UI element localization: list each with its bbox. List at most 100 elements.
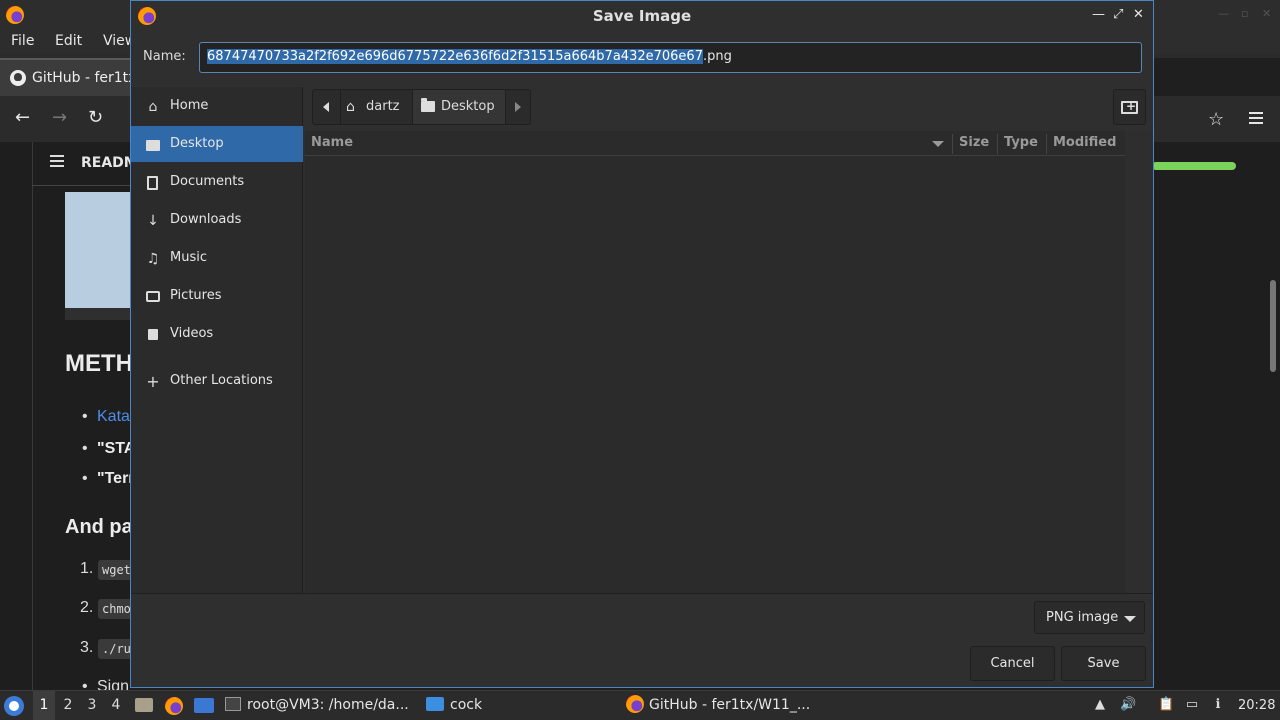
divider [952,134,953,154]
document-icon [145,175,161,191]
column-type[interactable]: Type [1004,135,1038,150]
firefox-icon [626,695,644,713]
filename-input[interactable]: 68747470733a2f2f692e696d6775722e636f6d2f… [199,42,1142,73]
video-icon [145,327,161,343]
page-subheading: And pa [65,516,133,538]
sidebar-item-home[interactable]: ⌂ Home [131,88,303,124]
column-size[interactable]: Size [959,135,989,150]
forward-icon[interactable]: → [52,108,67,128]
taskbar-item-label: root@VM3: /home/da... [247,697,409,713]
minimize-icon[interactable]: — [1092,7,1105,22]
volume-icon[interactable]: 🔊 [1120,697,1136,713]
sidebar-item-label: Documents [170,174,245,189]
folder-icon [421,98,435,112]
path-bar: ⌂ dartz Desktop [312,89,531,125]
sidebar-item-downloads[interactable]: ↓ Downloads [131,202,303,238]
github-icon [10,70,26,86]
close-icon[interactable]: ✕ [1133,7,1144,22]
progress-bar [1152,162,1236,170]
file-type-select[interactable]: PNG image [1034,601,1145,634]
outline-icon[interactable] [50,155,64,167]
taskbar-item-terminal[interactable]: root@VM3: /home/da... [225,691,409,720]
sidebar-item-desktop[interactable]: Desktop [131,126,303,162]
cancel-button[interactable]: Cancel [970,646,1055,681]
ol-number: 1. [80,560,94,577]
path-label: dartz [366,99,400,114]
places-sidebar: ⌂ Home Desktop Documents ↓ Downloads ♫ M… [131,87,303,593]
save-image-dialog: Save Image — ⤢ ✕ Name: 68747470733a2f2f6… [130,0,1154,688]
path-button-home[interactable]: ⌂ dartz [341,90,413,124]
sidebar-item-other-locations[interactable]: + Other Locations [131,363,303,399]
desktop-show-icon[interactable] [194,698,214,713]
taskbar: 1 2 3 4 root@VM3: /home/da... cock GitHu… [0,690,1280,720]
display-icon[interactable]: ▭ [1184,697,1200,713]
music-icon: ♫ [146,251,160,267]
sidebar-item-videos[interactable]: Videos [131,316,303,352]
menu-edit[interactable]: Edit [55,33,82,49]
start-menu-icon[interactable] [4,696,24,716]
sidebar-item-label: Downloads [170,212,242,227]
bookmark-star-icon[interactable]: ☆ [1208,109,1224,130]
file-list-scroll-area [1125,131,1153,593]
dialog-title: Save Image [592,7,692,25]
camera-icon [145,289,161,305]
sidebar-item-label: Home [170,98,209,113]
workspace-4[interactable]: 4 [105,691,127,720]
taskbar-item-folder[interactable]: cock [426,691,482,720]
maximize-icon[interactable]: ▫ [1241,7,1248,20]
path-forward-button[interactable] [506,90,530,124]
browser-tab[interactable]: GitHub - fer1tx [0,58,136,96]
workspace-1[interactable]: 1 [33,691,55,720]
path-back-button[interactable] [313,90,341,124]
path-label: Desktop [441,99,495,114]
ol-number: 3. [80,639,94,656]
reload-icon[interactable]: ↻ [88,108,103,128]
download-icon: ↓ [147,213,159,229]
path-button-desktop[interactable]: Desktop [413,90,506,124]
minimize-icon[interactable]: — [1218,7,1229,20]
taskbar-item-firefox[interactable]: GitHub - fer1tx/W11_... [626,691,810,720]
divider [997,134,998,154]
back-icon[interactable]: ← [15,108,30,128]
create-folder-button[interactable] [1113,89,1146,125]
maximize-icon[interactable]: ⤢ [1113,7,1123,22]
clipboard-icon[interactable]: 📋 [1158,697,1174,713]
clock: 20:28 [1238,698,1276,713]
taskbar-item-label: cock [450,697,483,713]
taskbar-item-label: GitHub - fer1tx/W11_... [649,697,811,713]
new-folder-icon [1121,99,1138,114]
folder-icon [426,697,444,711]
browser-menu-icon[interactable] [1249,112,1263,124]
column-modified[interactable]: Modified [1053,135,1116,150]
file-list[interactable]: Name Size Type Modified [305,131,1125,593]
workspace-2[interactable]: 2 [57,691,79,720]
dialog-titlebar: Save Image — ⤢ ✕ [131,1,1153,31]
sidebar-item-pictures[interactable]: Pictures [131,278,303,314]
ol-number: 2. [80,599,94,616]
name-label: Name: [143,49,186,64]
list-link[interactable]: Kata [97,408,130,426]
file-manager-icon[interactable] [135,698,153,712]
close-icon[interactable]: ✕ [1262,7,1271,20]
page-heading: METH [65,350,133,377]
plus-icon: + [146,372,160,391]
firefox-launcher-icon[interactable] [165,697,183,715]
save-button[interactable]: Save [1061,646,1146,681]
bullet: • [82,408,88,425]
sidebar-item-label: Other Locations [170,373,273,388]
filename-selected-text: 68747470733a2f2f692e696d6775722e636f6d2f… [207,49,703,64]
sidebar-item-documents[interactable]: Documents [131,164,303,200]
page-scrollbar[interactable] [1270,280,1276,372]
divider [131,360,303,361]
terminal-icon [225,697,241,711]
tab-title: GitHub - fer1tx [32,70,137,86]
image-caption-bar [65,308,135,320]
info-icon[interactable]: ℹ [1210,697,1226,713]
column-name[interactable]: Name [311,135,353,150]
menu-file[interactable]: File [11,33,34,49]
sidebar-item-label: Desktop [170,136,224,151]
home-icon: ⌂ [346,99,355,115]
tray-up-arrow-icon[interactable]: ▲ [1092,697,1108,713]
workspace-3[interactable]: 3 [81,691,103,720]
sidebar-item-music[interactable]: ♫ Music [131,240,303,276]
